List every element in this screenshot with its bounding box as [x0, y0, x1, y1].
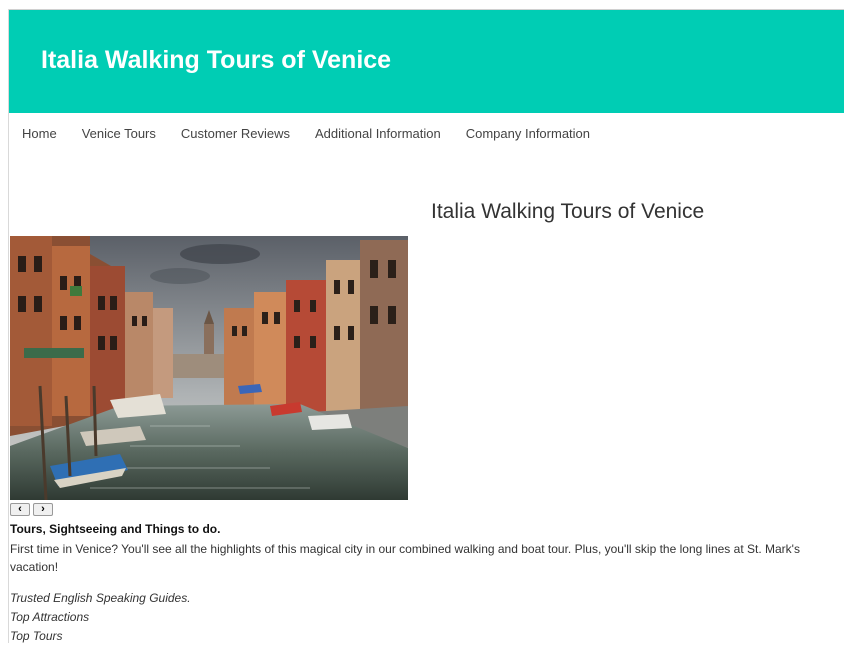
main-content: Tours, Sightseeing and Things to do. Fir…: [10, 521, 844, 646]
nav-item-home[interactable]: Home: [22, 126, 57, 141]
list-item: Top Attractions: [10, 610, 90, 624]
main-nav: Home Venice Tours Customer Reviews Addit…: [9, 113, 844, 153]
intro-paragraph-continued: vacation!: [10, 560, 59, 574]
nav-item-company-information[interactable]: Company Information: [466, 126, 590, 141]
window-top-edge: [0, 0, 844, 9]
section-title: Tours, Sightseeing and Things to do.: [10, 522, 221, 536]
nav-item-venice-tours[interactable]: Venice Tours: [82, 126, 156, 141]
slider-prev-button[interactable]: ‹: [10, 503, 30, 516]
intro-paragraph: First time in Venice? You'll see all the…: [10, 542, 800, 556]
page-heading: Italia Walking Tours of Venice: [431, 200, 705, 223]
list-item: Trusted English Speaking Guides.: [10, 591, 191, 605]
hero-image-venice-canal: [10, 236, 408, 500]
window-left-edge: [0, 9, 9, 643]
slider-next-button[interactable]: ›: [33, 503, 53, 516]
list-item: Top Tours: [10, 629, 63, 643]
site-header: Italia Walking Tours of Venice: [9, 9, 844, 113]
nav-item-customer-reviews[interactable]: Customer Reviews: [181, 126, 290, 141]
features-list: Trusted English Speaking Guides. Top Att…: [10, 589, 844, 646]
slider-controls: ‹ ›: [10, 503, 53, 516]
nav-item-additional-information[interactable]: Additional Information: [315, 126, 441, 141]
site-title: Italia Walking Tours of Venice: [41, 46, 392, 74]
